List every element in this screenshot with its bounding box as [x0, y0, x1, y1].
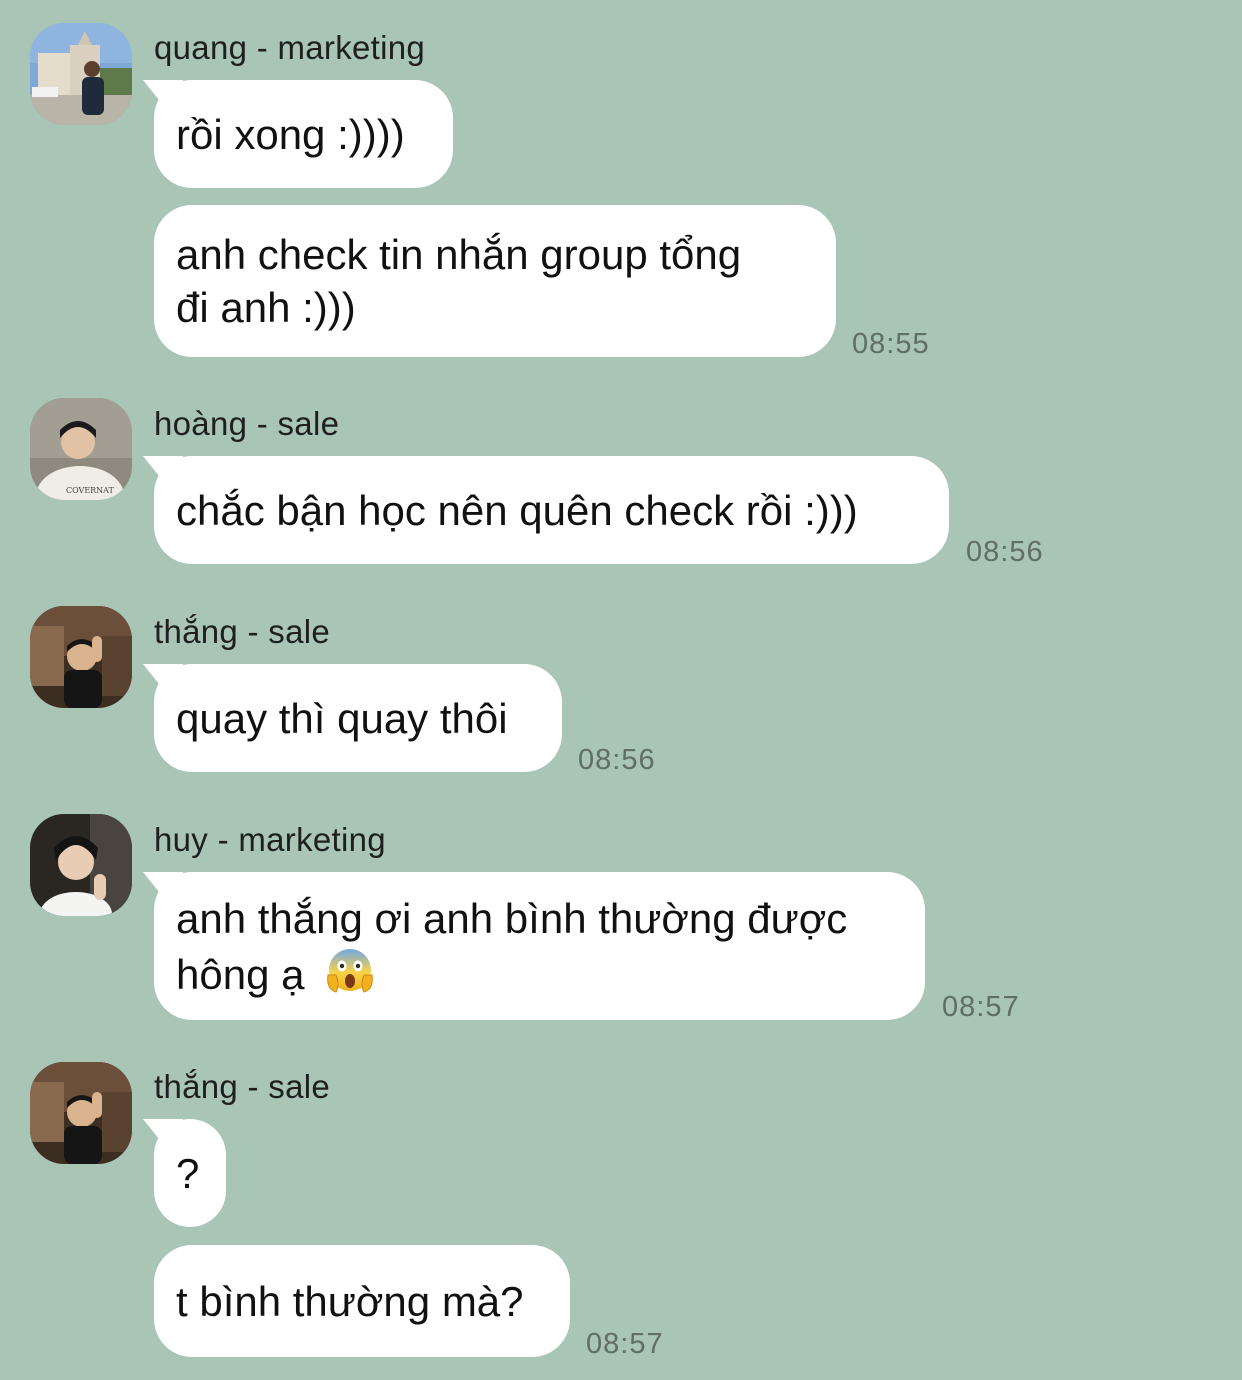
avatar-thang[interactable] — [30, 1062, 132, 1164]
message-text: chắc bận học nên quên check rồi :))) — [176, 486, 858, 534]
sender-name: hoàng - sale — [154, 405, 340, 442]
message-bubble[interactable]: chắc bận học nên quên check rồi :))) — [154, 456, 949, 564]
message-bubble[interactable]: rồi xong :)))) — [154, 80, 453, 188]
avatar-quang[interactable] — [30, 23, 132, 125]
avatar-thang-icon — [30, 606, 132, 708]
message-bubble[interactable]: t bình thường mà? — [154, 1245, 570, 1357]
message-timestamp: 08:56 — [966, 536, 1044, 568]
message-bubble[interactable]: anh check tin nhắn group tổng đi anh :))… — [154, 205, 836, 357]
message-text: rồi xong :)))) — [176, 110, 405, 158]
message-bubble[interactable]: anh thắng ơi anh bình thường được hông ạ — [154, 872, 925, 1020]
message-text: hông ạ — [176, 950, 305, 998]
sender-name: huy - marketing — [154, 821, 386, 858]
sender-name: quang - marketing — [154, 29, 426, 66]
sender-name: thắng - sale — [154, 613, 331, 650]
sender-name: thắng - sale — [154, 1068, 331, 1105]
message-text: quay thì quay thôi — [176, 694, 508, 742]
message-timestamp: 08:57 — [586, 1328, 664, 1360]
message-timestamp: 08:55 — [852, 328, 930, 360]
message-bubble[interactable]: quay thì quay thôi — [154, 664, 562, 772]
avatar-quang-icon — [30, 23, 132, 125]
svg-text:COVERNAT: COVERNAT — [66, 486, 115, 495]
avatar-hoang[interactable]: COVERNAT — [30, 398, 132, 500]
avatar-huy-icon — [30, 814, 132, 916]
face-screaming-in-fear-icon — [327, 948, 373, 993]
message-timestamp: 08:56 — [578, 744, 656, 776]
message-timestamp: 08:57 — [942, 991, 1020, 1023]
avatar-hoang-icon: COVERNAT — [30, 398, 132, 500]
message-text: anh thắng ơi anh bình thường được — [176, 894, 848, 942]
avatar-huy[interactable] — [30, 814, 132, 916]
message-text: t bình thường mà? — [176, 1277, 524, 1325]
message-text: anh check tin nhắn group tổng — [176, 231, 742, 278]
avatar-thang-icon — [30, 1062, 132, 1164]
avatar-thang[interactable] — [30, 606, 132, 708]
message-bubble[interactable]: ? — [154, 1119, 226, 1227]
message-text: ? — [176, 1149, 200, 1197]
message-text: đi anh :))) — [176, 284, 356, 331]
